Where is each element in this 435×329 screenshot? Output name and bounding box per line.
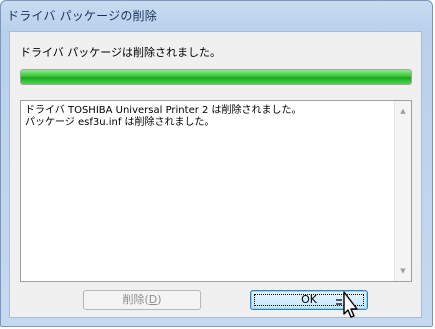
window-title: ドライバ パッケージの削除	[7, 9, 157, 23]
dialog-window: ドライバ パッケージの削除 ドライバ パッケージは削除されました。 ドライバ T…	[0, 0, 433, 327]
progress-bar	[20, 69, 412, 85]
progress-bar-fill	[21, 70, 411, 84]
delete-button-label-suffix: )	[157, 293, 162, 306]
log-lines: ドライバ TOSHIBA Universal Printer 2 は削除されまし…	[25, 105, 391, 129]
vertical-scrollbar[interactable]: ▲ ▼	[394, 101, 411, 281]
delete-button-label: 削除(	[122, 293, 149, 306]
log-line: パッケージ esf3u.inf は削除されました。	[25, 117, 215, 128]
dialog-client-area: ドライバ パッケージは削除されました。 ドライバ TOSHIBA Univers…	[9, 31, 422, 318]
status-message: ドライバ パッケージは削除されました。	[20, 46, 222, 59]
scroll-down-arrow-icon[interactable]: ▼	[395, 263, 411, 279]
log-line: ドライバ TOSHIBA Universal Printer 2 は削除されまし…	[25, 105, 302, 116]
mouse-pointer-icon	[336, 291, 358, 318]
log-text-area[interactable]: ドライバ TOSHIBA Universal Printer 2 は削除されまし…	[20, 100, 412, 282]
delete-button-mnemonic: D	[148, 293, 158, 306]
scroll-up-arrow-icon[interactable]: ▲	[395, 103, 411, 119]
delete-button[interactable]: 削除(D)	[83, 290, 201, 310]
